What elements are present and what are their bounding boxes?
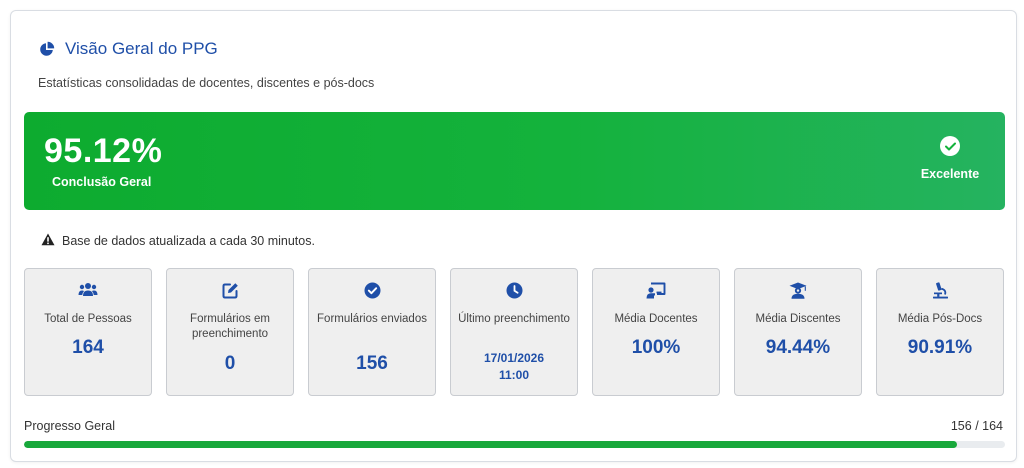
stat-value-time: 11:00 [498, 368, 530, 382]
stat-value: 100% [631, 337, 681, 358]
check-circle-icon [309, 282, 435, 300]
stat-card-media-pos-docs: Média Pós-Docs 90.91% [876, 268, 1004, 396]
stat-card-formularios-em-preenchimento: Formulários em preenchimento 0 [166, 268, 294, 396]
status-text: Excelente [920, 167, 980, 181]
stat-label: Último preenchimento [458, 313, 570, 325]
stat-label: Formulários em preenchimento [190, 313, 270, 340]
graduation-cap-icon [735, 282, 861, 300]
stat-value: 164 [72, 337, 104, 358]
stat-value: 94.44% [765, 337, 831, 358]
progress-bar [24, 441, 1005, 448]
warning-icon [41, 233, 55, 249]
stat-value: 156 [356, 353, 388, 374]
stat-value: 0 [224, 353, 236, 374]
stat-value: 90.91% [907, 337, 973, 358]
stat-card-formularios-enviados: Formulários enviados 156 [308, 268, 436, 396]
progress-label: Progresso Geral [24, 419, 116, 433]
card-header: Visão Geral do PPG [39, 39, 218, 59]
notice-text: Base de dados atualizada a cada 30 minut… [62, 234, 315, 248]
stat-card-media-docentes: Média Docentes 100% [592, 268, 720, 396]
clock-icon [451, 282, 577, 300]
completion-value: 95.12% [44, 132, 163, 170]
stat-label: Média Pós-Docs [897, 313, 983, 325]
completion-status: Excelente [915, 136, 985, 181]
stat-card-ultimo-preenchimento: Último preenchimento 17/01/2026 11:00 [450, 268, 578, 396]
progress-count: 156 / 164 [950, 419, 1003, 433]
stat-value-date: 17/01/2026 [483, 351, 545, 365]
chalkboard-teacher-icon [593, 282, 719, 300]
update-notice: Base de dados atualizada a cada 30 minut… [41, 233, 315, 249]
microscope-icon [877, 282, 1003, 300]
page-title: Visão Geral do PPG [65, 39, 218, 58]
stat-label: Média Discentes [755, 313, 841, 325]
stat-label: Média Docentes [614, 313, 698, 325]
check-circle-icon [940, 136, 960, 156]
stat-label: Formulários enviados [317, 313, 427, 325]
stat-label: Total de Pessoas [44, 313, 132, 325]
edit-icon [167, 282, 293, 300]
stat-card-media-discentes: Média Discentes 94.44% [734, 268, 862, 396]
page-subtitle: Estatísticas consolidadas de docentes, d… [38, 76, 375, 90]
progress-bar-fill [24, 441, 958, 448]
users-icon [25, 282, 151, 300]
stat-card-total-pessoas: Total de Pessoas 164 [24, 268, 152, 396]
completion-banner: 95.12% Conclusão Geral Excelente [24, 112, 1005, 210]
stats-grid: Total de Pessoas 164 Formulários em pree… [24, 268, 1005, 396]
chart-pie-icon [39, 41, 55, 57]
completion-label: Conclusão Geral [52, 175, 152, 189]
overview-card: Visão Geral do PPG Estatísticas consolid… [10, 10, 1017, 462]
